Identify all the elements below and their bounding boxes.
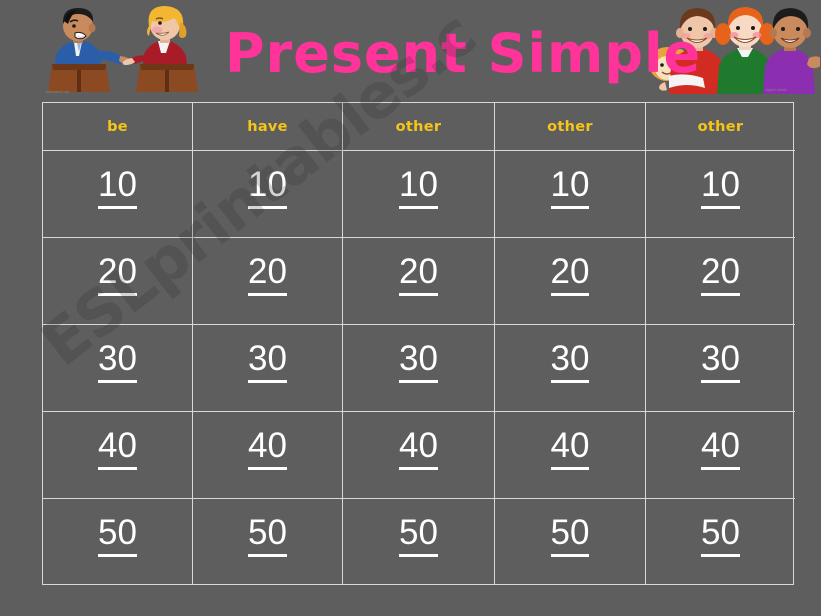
- right-clipart-credit: clipart credit: [765, 88, 787, 92]
- column-header-have: have: [193, 103, 343, 151]
- score-value: 40: [701, 428, 740, 470]
- score-cell[interactable]: 50: [43, 499, 193, 584]
- score-cell[interactable]: 30: [343, 325, 495, 412]
- left-clipart-credit: Microsoft clip: [46, 90, 70, 94]
- score-value: 50: [399, 515, 438, 557]
- score-cell[interactable]: 10: [193, 151, 343, 238]
- score-value: 50: [701, 515, 740, 557]
- column-header-other-2: other: [495, 103, 646, 151]
- column-header-label: other: [395, 118, 442, 135]
- score-value: 40: [550, 428, 590, 470]
- score-value: 10: [248, 167, 287, 209]
- score-cell[interactable]: 30: [193, 325, 343, 412]
- score-value: 20: [399, 254, 438, 296]
- score-cell[interactable]: 10: [343, 151, 495, 238]
- column-header-label: other: [697, 118, 744, 135]
- score-value: 40: [248, 428, 287, 470]
- score-cell[interactable]: 10: [646, 151, 795, 238]
- score-cell[interactable]: 10: [43, 151, 193, 238]
- score-cell[interactable]: 50: [495, 499, 646, 584]
- score-value: 10: [399, 167, 438, 209]
- score-value: 20: [98, 254, 137, 296]
- score-cell[interactable]: 20: [343, 238, 495, 325]
- jeopardy-slide: Microsoft clip Present Simple clipart cr…: [0, 0, 821, 616]
- score-cell[interactable]: 50: [343, 499, 495, 584]
- score-value: 40: [98, 428, 137, 470]
- boy-purple-shirt-figure: [763, 8, 821, 94]
- score-cell[interactable]: 30: [43, 325, 193, 412]
- score-cell[interactable]: 40: [495, 412, 646, 499]
- score-value: 30: [701, 341, 740, 383]
- woman-podium: [136, 64, 198, 92]
- man-podium: [48, 64, 110, 92]
- score-cell[interactable]: 30: [646, 325, 795, 412]
- score-cell[interactable]: 20: [495, 238, 646, 325]
- score-value: 30: [399, 341, 438, 383]
- score-value: 20: [550, 254, 590, 296]
- score-cell[interactable]: 20: [193, 238, 343, 325]
- score-cell[interactable]: 50: [646, 499, 795, 584]
- score-value: 50: [550, 515, 590, 557]
- score-value: 10: [701, 167, 740, 209]
- score-value: 40: [399, 428, 438, 470]
- game-board-grid: be have other other other 10 10 10 10 10: [42, 102, 795, 585]
- left-clipart-debaters: Microsoft clip: [44, 2, 210, 94]
- score-cell[interactable]: 40: [43, 412, 193, 499]
- score-cell[interactable]: 10: [495, 151, 646, 238]
- score-cell[interactable]: 20: [646, 238, 795, 325]
- score-value: 30: [550, 341, 590, 383]
- column-header-label: be: [107, 118, 128, 135]
- column-header-label: other: [547, 118, 593, 135]
- column-header-be: be: [43, 103, 193, 151]
- column-header-label: have: [247, 118, 288, 135]
- score-value: 20: [248, 254, 287, 296]
- score-cell[interactable]: 20: [43, 238, 193, 325]
- score-value: 30: [98, 341, 137, 383]
- score-cell[interactable]: 40: [646, 412, 795, 499]
- column-header-other-3: other: [646, 103, 795, 151]
- score-cell[interactable]: 30: [495, 325, 646, 412]
- score-cell[interactable]: 50: [193, 499, 343, 584]
- score-value: 50: [98, 515, 137, 557]
- column-header-other-1: other: [343, 103, 495, 151]
- page-title: Present Simple: [225, 22, 702, 85]
- score-value: 50: [248, 515, 287, 557]
- score-value: 20: [701, 254, 740, 296]
- score-cell[interactable]: 40: [343, 412, 495, 499]
- score-value: 10: [550, 167, 590, 209]
- score-value: 10: [98, 167, 137, 209]
- score-cell[interactable]: 40: [193, 412, 343, 499]
- score-value: 30: [248, 341, 287, 383]
